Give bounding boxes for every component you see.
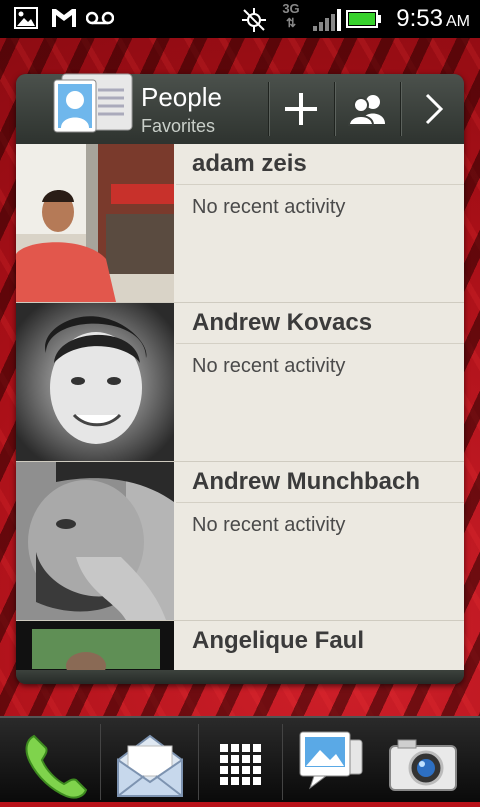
next-page-button[interactable]	[400, 82, 465, 136]
contact-name: Angelique Faul	[192, 627, 365, 654]
phone-button[interactable]	[16, 726, 96, 802]
contact-photo-image	[16, 144, 174, 302]
gallery-icon	[14, 7, 38, 29]
contact-photo[interactable]	[16, 621, 174, 670]
chevron-right-icon	[425, 93, 444, 125]
contact-activity: No recent activity	[192, 355, 346, 377]
camera-icon	[389, 739, 457, 791]
contact-name: Andrew Munchbach	[192, 468, 421, 495]
add-icon	[285, 93, 317, 125]
contact-row[interactable]: Angelique Faul	[16, 621, 464, 670]
voicemail-icon	[86, 11, 114, 25]
gps-icon	[242, 8, 266, 32]
contacts-card-icon[interactable]	[34, 68, 138, 140]
dock-divider	[198, 724, 199, 800]
divider	[176, 502, 464, 503]
contact-row[interactable]: Andrew Kovacs No recent activity	[16, 303, 464, 462]
dock-divider	[100, 724, 101, 800]
contact-activity: No recent activity	[192, 196, 346, 218]
contact-name: adam zeis	[192, 150, 307, 177]
widget-title: People	[141, 82, 222, 112]
signal-icon	[313, 9, 341, 31]
groups-button[interactable]	[334, 82, 399, 136]
contact-name: Andrew Kovacs	[192, 309, 373, 336]
clock: 9:53 AM	[396, 5, 470, 33]
contact-photo-image	[16, 462, 174, 620]
status-bar: 3G ⇅ 9:53 AM	[0, 0, 480, 38]
clock-ampm: AM	[446, 13, 470, 30]
widget-header: People Favorites	[16, 73, 465, 144]
network-3g-icon: 3G ⇅	[282, 1, 300, 31]
widget-subtitle: Favorites	[141, 116, 216, 136]
mail-icon	[117, 734, 183, 797]
contact-photo[interactable]	[16, 303, 174, 461]
favorites-list[interactable]: adam zeis No recent activity Andrew Kova…	[16, 144, 464, 670]
dock-divider	[282, 724, 283, 800]
messages-icon	[299, 731, 363, 790]
contact-row[interactable]: Andrew Munchbach No recent activity	[16, 462, 464, 621]
divider	[176, 343, 464, 344]
groups-icon	[347, 95, 385, 126]
messages-button[interactable]	[292, 726, 372, 802]
clock-time: 9:53	[396, 5, 443, 32]
phone-icon	[25, 734, 88, 799]
camera-button[interactable]	[384, 726, 464, 802]
gmail-icon	[52, 9, 76, 27]
contact-photo[interactable]	[16, 462, 174, 620]
divider	[176, 184, 464, 185]
people-widget: People Favorites adam zeis No recent act…	[16, 73, 465, 684]
add-contact-button[interactable]	[268, 82, 333, 136]
mail-button[interactable]	[110, 726, 190, 802]
dock	[0, 716, 480, 802]
contact-photo-image	[16, 621, 174, 670]
widget-footer	[16, 670, 464, 684]
contact-photo-image	[16, 303, 174, 461]
app-drawer-icon	[220, 744, 261, 785]
contact-photo[interactable]	[16, 144, 174, 302]
contact-row[interactable]: adam zeis No recent activity	[16, 144, 464, 303]
contact-activity: No recent activity	[192, 514, 346, 536]
app-drawer-button[interactable]	[200, 726, 280, 802]
battery-icon	[346, 10, 381, 28]
